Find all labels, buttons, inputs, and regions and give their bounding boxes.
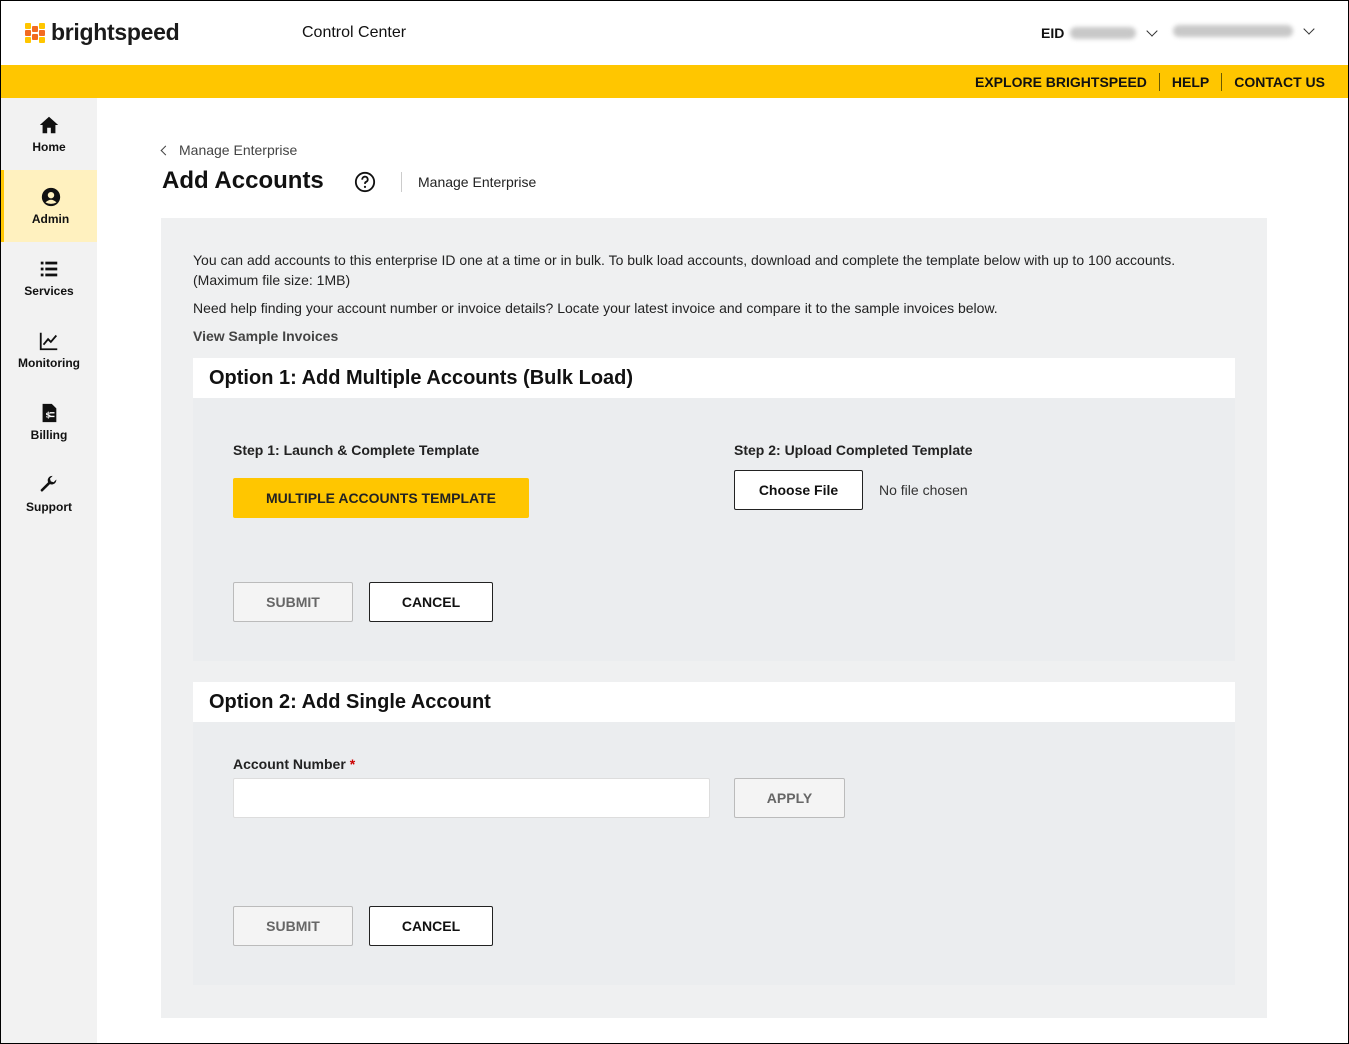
page-subtitle: Manage Enterprise (418, 174, 537, 190)
account-number-label: Account Number * (233, 756, 355, 772)
sidebar-item-home[interactable]: Home (1, 98, 97, 170)
sidebar-item-services[interactable]: Services (1, 242, 97, 314)
sidebar-item-label: Home (32, 140, 66, 154)
required-asterisk: * (349, 756, 356, 772)
choose-file-button[interactable]: Choose File (734, 470, 863, 510)
account-number-label-text: Account Number (233, 756, 346, 772)
utility-links: EXPLORE BRIGHTSPEED HELP CONTACT US (975, 73, 1325, 91)
sidebar-item-label: Support (26, 500, 72, 514)
divider (401, 172, 402, 192)
list-icon (40, 261, 58, 277)
apply-button[interactable]: APPLY (734, 778, 845, 818)
sidebar-item-label: Monitoring (18, 356, 80, 370)
chart-icon (39, 332, 58, 351)
cancel-button[interactable]: CANCEL (369, 582, 493, 622)
option1-heading: Option 1: Add Multiple Accounts (Bulk Lo… (193, 358, 1235, 398)
multiple-accounts-template-button[interactable]: MULTIPLE ACCOUNTS TEMPLATE (233, 478, 529, 518)
username-redacted (1173, 25, 1293, 37)
file-status: No file chosen (879, 482, 968, 498)
view-sample-invoices-link[interactable]: View Sample Invoices (193, 328, 338, 344)
utility-bar: EXPLORE BRIGHTSPEED HELP CONTACT US (1, 65, 1348, 98)
sidebar-item-support[interactable]: Support (1, 458, 97, 530)
user-circle-icon (41, 187, 60, 207)
explore-brightspeed-link[interactable]: EXPLORE BRIGHTSPEED (975, 74, 1147, 90)
page-title: Add Accounts (162, 167, 324, 194)
chevron-down-icon (1146, 25, 1159, 37)
account-number-input[interactable] (233, 778, 710, 818)
brand-name: brightspeed (51, 19, 180, 45)
option2-heading: Option 2: Add Single Account (193, 682, 1235, 722)
invoice-icon: $ (42, 403, 57, 423)
breadcrumb[interactable]: Manage Enterprise (160, 142, 298, 158)
eid-label: EID (1041, 25, 1065, 41)
sidebar-item-admin[interactable]: Admin (1, 170, 97, 242)
user-menu[interactable] (1173, 23, 1315, 37)
submit-button[interactable]: SUBMIT (233, 906, 353, 946)
chevron-left-icon (160, 145, 171, 155)
divider (1221, 73, 1223, 91)
intro-text: You can add accounts to this enterprise … (193, 252, 1176, 288)
help-text: Need help finding your account number or… (193, 300, 998, 316)
top-header: brightspeed Control Center EID (1, 1, 1348, 65)
logo-icon (25, 22, 45, 43)
contact-us-link[interactable]: CONTACT US (1234, 74, 1325, 90)
chevron-down-icon (1303, 23, 1315, 35)
help-circle-icon[interactable] (354, 171, 376, 193)
eid-value-redacted (1070, 27, 1137, 39)
breadcrumb-label: Manage Enterprise (179, 142, 298, 158)
submit-button[interactable]: SUBMIT (233, 582, 353, 622)
divider (1158, 73, 1160, 91)
help-link[interactable]: HELP (1172, 74, 1209, 90)
svg-text:$: $ (45, 410, 51, 420)
sidebar-item-billing[interactable]: $ Billing (1, 386, 97, 458)
step2-label: Step 2: Upload Completed Template (734, 442, 973, 458)
sidebar-item-label: Services (24, 284, 74, 298)
wrench-icon (40, 475, 57, 492)
sidebar-item-label: Admin (31, 212, 70, 226)
brightspeed-logo[interactable]: brightspeed (25, 19, 180, 46)
cancel-button[interactable]: CANCEL (369, 906, 493, 946)
sidebar: Home Admin Services Monitoring $ Billing… (1, 98, 97, 1043)
sidebar-item-label: Billing (30, 428, 68, 442)
step1-label: Step 1: Launch & Complete Template (233, 442, 480, 458)
app-title: Control Center (302, 24, 407, 41)
eid-selector[interactable]: EID (1041, 25, 1159, 41)
sidebar-item-monitoring[interactable]: Monitoring (1, 314, 97, 386)
home-icon (39, 116, 59, 134)
